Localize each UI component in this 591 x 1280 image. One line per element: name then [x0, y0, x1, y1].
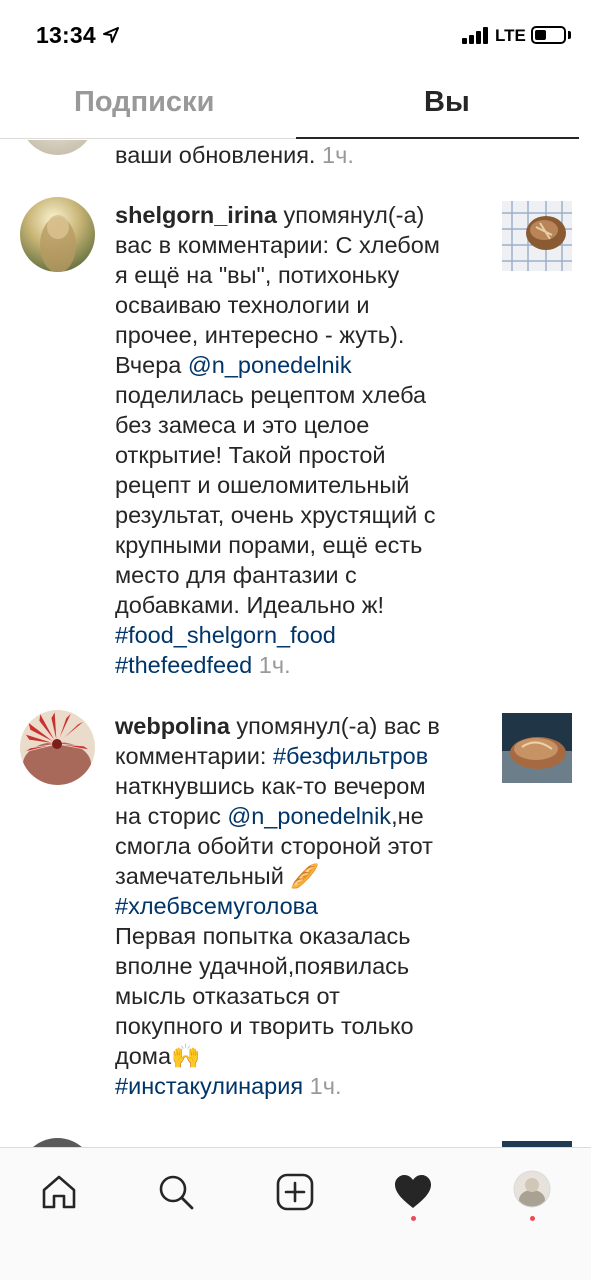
- notification-action: упомянул(-а): [276, 202, 425, 228]
- comment-line: замечательный 🥖: [115, 863, 320, 889]
- username-link[interactable]: shelgorn_irina: [115, 202, 277, 228]
- location-arrow-icon: [103, 27, 119, 43]
- tab-you[interactable]: Вы: [424, 86, 470, 119]
- notification-text: shelgorn_irina упомянул(-а) вас в коммен…: [115, 200, 485, 680]
- comment-line: комментарии:: [115, 743, 273, 769]
- comment-line: Первая попытка оказалась: [115, 923, 411, 949]
- avatar[interactable]: [20, 197, 95, 272]
- tab-divider: [0, 138, 296, 139]
- comment-line: наткнувшись как-то вечером: [115, 773, 426, 799]
- status-time: 13:34: [36, 22, 96, 48]
- timestamp: 1ч.: [309, 1073, 342, 1099]
- avatar[interactable]: [20, 140, 95, 155]
- home-icon[interactable]: [39, 1172, 79, 1212]
- comment-line: покупного и творить только: [115, 1013, 414, 1039]
- comment-line: ,не: [391, 803, 424, 829]
- comment-line: поделилась рецептом хлеба: [115, 382, 427, 408]
- username-link[interactable]: webpolina: [115, 713, 230, 739]
- network-type: LTE: [495, 26, 526, 45]
- add-post-icon[interactable]: [275, 1172, 315, 1212]
- avatar[interactable]: [20, 1138, 95, 1147]
- hashtag-link[interactable]: #инстакулинария: [115, 1073, 303, 1099]
- post-thumbnail[interactable]: [502, 713, 572, 783]
- comment-line: рецепт и ошеломительный: [115, 472, 410, 498]
- tab-following[interactable]: Подписки: [74, 86, 214, 119]
- profile-notification-dot: [530, 1216, 535, 1221]
- notification-action: упомянул(-а) вас в: [229, 713, 440, 739]
- notification-text: ваши обновления. 1ч.: [115, 140, 485, 170]
- search-icon[interactable]: [156, 1172, 196, 1212]
- post-thumbnail[interactable]: [502, 201, 572, 271]
- comment-line: смогла обойти стороной этот: [115, 833, 433, 859]
- comment-line: результат, очень хрустящий с: [115, 502, 436, 528]
- hashtag-link[interactable]: #хлебвсемуголова: [115, 893, 318, 919]
- comment-line: вполне удачной,появилась: [115, 953, 410, 979]
- battery-tip: [568, 31, 571, 39]
- activity-notification-dot: [411, 1216, 416, 1221]
- activity-tabs: Подписки Вы: [0, 70, 591, 140]
- comment-line: крупными порами, ещё есть: [115, 532, 423, 558]
- battery-icon: [531, 26, 566, 44]
- notification-message: ваши обновления.: [115, 142, 316, 168]
- mention-link[interactable]: @n_ponedelnik: [227, 803, 391, 829]
- activity-feed[interactable]: ваши обновления. 1ч. shelgorn_irina упом…: [0, 140, 591, 1147]
- hashtag-link[interactable]: #food_shelgorn_food: [115, 622, 336, 648]
- hashtag-link[interactable]: #безфильтров: [273, 743, 428, 769]
- comment-line: мысль отказаться от: [115, 983, 340, 1009]
- comment-line: на сторис: [115, 803, 228, 829]
- hashtag-link[interactable]: #thefeedfeed: [115, 652, 252, 678]
- timestamp: 1ч.: [258, 652, 291, 678]
- activity-heart-icon[interactable]: [393, 1172, 433, 1212]
- comment-line: место для фантазии с: [115, 562, 357, 588]
- bottom-navigation: [0, 1147, 591, 1280]
- comment-line: осваиваю технологии и: [115, 292, 370, 318]
- status-bar: 13:34 LTE: [0, 0, 591, 70]
- timestamp: 1ч.: [322, 142, 354, 168]
- comment-line: без замеса и это целое: [115, 412, 370, 438]
- comment-line: вас в комментарии: С хлебом: [115, 232, 440, 258]
- cellular-signal-icon: [462, 27, 492, 44]
- profile-avatar[interactable]: [513, 1170, 551, 1208]
- comment-line: прочее, интересно - жуть).: [115, 322, 405, 348]
- mention-link[interactable]: @n_ponedelnik: [188, 352, 352, 378]
- notification-text: webpolina упомянул(-а) вас в комментарии…: [115, 711, 485, 1101]
- tab-you-active-indicator: [296, 137, 579, 139]
- comment-line: Вчера: [115, 352, 188, 378]
- comment-line: открытие! Такой простой: [115, 442, 386, 468]
- comment-line: дома🙌: [115, 1043, 201, 1069]
- comment-line: я ещё на "вы", потихоньку: [115, 262, 400, 288]
- comment-line: добавками. Идеально ж!: [115, 592, 384, 618]
- avatar[interactable]: [20, 710, 95, 785]
